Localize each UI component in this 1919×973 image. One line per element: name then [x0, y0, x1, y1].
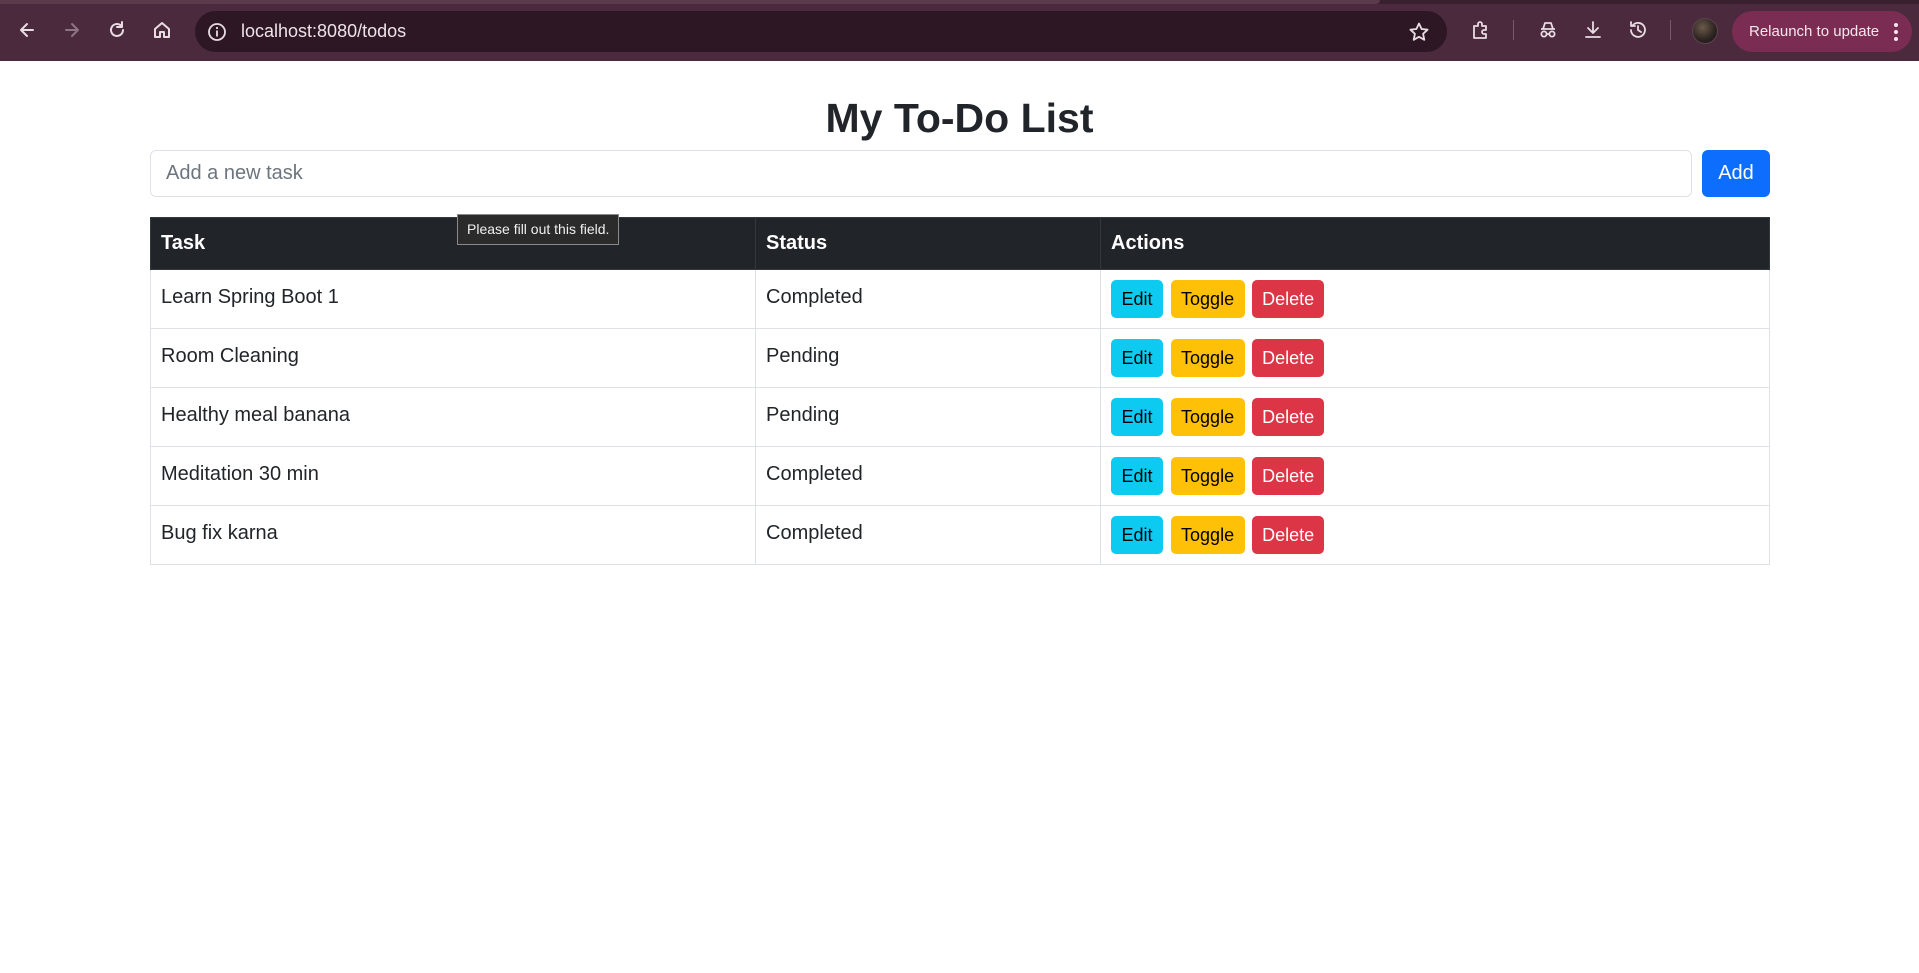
toolbar-divider — [1513, 20, 1514, 40]
header-actions: Actions — [1100, 217, 1770, 270]
download-icon[interactable] — [1578, 15, 1608, 45]
edit-button[interactable]: Edit — [1111, 516, 1163, 554]
status-cell: Completed — [755, 446, 1101, 506]
actions-cell: Edit Toggle Delete — [1100, 446, 1770, 506]
incognito-icon[interactable] — [1533, 15, 1563, 45]
toggle-button[interactable]: Toggle — [1170, 516, 1245, 554]
toolbar-divider — [1670, 20, 1671, 40]
toggle-button[interactable]: Toggle — [1170, 280, 1245, 318]
kebab-menu-icon[interactable] — [1894, 23, 1898, 41]
edit-button[interactable]: Edit — [1111, 398, 1163, 436]
relaunch-button[interactable]: Relaunch to update — [1732, 11, 1912, 52]
task-cell: Meditation 30 min — [150, 446, 756, 506]
forward-arrow-icon[interactable] — [56, 14, 88, 46]
new-task-input[interactable] — [150, 150, 1692, 197]
actions-cell: Edit Toggle Delete — [1100, 269, 1770, 329]
header-task: Task — [150, 217, 756, 270]
toggle-button[interactable]: Toggle — [1170, 457, 1245, 495]
table-row: Learn Spring Boot 1 Completed Edit Toggl… — [150, 269, 1770, 329]
actions-cell: Edit Toggle Delete — [1100, 505, 1770, 565]
tab-strip — [0, 0, 1919, 4]
table-row: Meditation 30 min Completed Edit Toggle … — [150, 446, 1770, 506]
profile-avatar[interactable] — [1692, 18, 1718, 44]
status-cell: Completed — [755, 269, 1101, 329]
star-icon[interactable] — [1407, 20, 1431, 44]
edit-button[interactable]: Edit — [1111, 457, 1163, 495]
task-cell: Healthy meal banana — [150, 387, 756, 447]
todo-table: Task Status Actions Learn Spring Boot 1 … — [150, 217, 1770, 565]
table-header-row: Task Status Actions — [150, 217, 1770, 270]
toggle-button[interactable]: Toggle — [1170, 398, 1245, 436]
url-text[interactable]: localhost:8080/todos — [241, 11, 406, 52]
site-info-icon[interactable] — [205, 20, 229, 44]
task-cell: Room Cleaning — [150, 328, 756, 388]
task-cell: Learn Spring Boot 1 — [150, 269, 756, 329]
table-row: Bug fix karna Completed Edit Toggle Dele… — [150, 505, 1770, 565]
relaunch-label: Relaunch to update — [1749, 23, 1880, 40]
status-cell: Completed — [755, 505, 1101, 565]
history-icon[interactable] — [1623, 15, 1653, 45]
status-cell: Pending — [755, 387, 1101, 447]
add-button[interactable]: Add — [1702, 150, 1770, 197]
page-title: My To-Do List — [825, 95, 1094, 141]
edit-button[interactable]: Edit — [1111, 339, 1163, 377]
table-row: Room Cleaning Pending Edit Toggle Delete — [150, 328, 1770, 388]
task-cell: Bug fix karna — [150, 505, 756, 565]
delete-button[interactable]: Delete — [1252, 280, 1325, 318]
status-cell: Pending — [755, 328, 1101, 388]
toggle-button[interactable]: Toggle — [1170, 339, 1245, 377]
home-icon[interactable] — [146, 14, 178, 46]
active-tab[interactable] — [0, 0, 1380, 4]
browser-toolbar: localhost:8080/todos Relaunch to update — [0, 0, 1919, 61]
address-bar[interactable]: localhost:8080/todos — [195, 11, 1447, 52]
puzzle-icon[interactable] — [1466, 15, 1496, 45]
validation-tooltip: Please fill out this field. — [457, 214, 620, 245]
edit-button[interactable]: Edit — [1111, 280, 1163, 318]
table-row: Healthy meal banana Pending Edit Toggle … — [150, 387, 1770, 447]
back-arrow-icon[interactable] — [11, 14, 43, 46]
delete-button[interactable]: Delete — [1252, 398, 1325, 436]
delete-button[interactable]: Delete — [1252, 516, 1325, 554]
header-status: Status — [755, 217, 1101, 270]
actions-cell: Edit Toggle Delete — [1100, 387, 1770, 447]
delete-button[interactable]: Delete — [1252, 339, 1325, 377]
delete-button[interactable]: Delete — [1252, 457, 1325, 495]
reload-icon[interactable] — [101, 14, 133, 46]
actions-cell: Edit Toggle Delete — [1100, 328, 1770, 388]
